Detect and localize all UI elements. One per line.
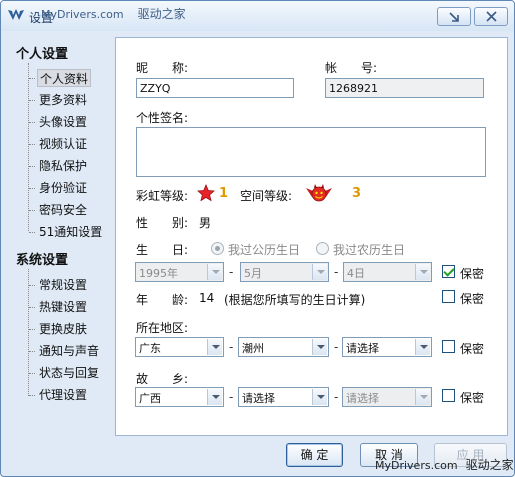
chevron-down-icon xyxy=(207,389,222,405)
birth-day-value: 4日 xyxy=(347,267,365,280)
chevron-down-icon xyxy=(415,264,430,280)
hometown-province-value: 广西 xyxy=(139,392,161,405)
region-separator: - xyxy=(229,340,234,354)
sidebar-item-privacy[interactable]: 隐私保护 xyxy=(37,157,89,175)
group-system-title: 系统设置 xyxy=(16,253,69,268)
birth-month-select: 5月 xyxy=(240,262,329,282)
signature-label: 个性签名: xyxy=(136,111,189,125)
birthday-label: 生 日: xyxy=(136,243,189,257)
solar-birthday-label: 我过公历生日 xyxy=(228,243,301,257)
age-value: 14 xyxy=(199,291,215,305)
hometown-city-select[interactable]: 请选择 xyxy=(238,387,329,407)
rainbow-level-label: 彩虹等级: xyxy=(136,189,189,203)
hometown-district-value: 请选择 xyxy=(346,392,379,405)
lunar-birthday-label: 我过农历生日 xyxy=(333,243,406,257)
region-private-label: 保密 xyxy=(460,342,485,356)
watermark-latin: MyDrivers.com xyxy=(375,459,458,472)
chevron-down-icon xyxy=(312,389,327,405)
hometown-separator: - xyxy=(229,390,234,404)
account-field xyxy=(325,78,484,98)
region-city-value: 潮州 xyxy=(242,342,264,355)
chevron-down-icon xyxy=(312,339,327,355)
nickname-input[interactable] xyxy=(136,78,294,98)
lunar-birthday-radio[interactable] xyxy=(316,242,329,255)
ok-button[interactable]: 确 定 xyxy=(286,443,343,467)
chevron-down-icon xyxy=(207,264,222,280)
sidebar-item-notify-sound[interactable]: 通知与声音 xyxy=(37,342,101,360)
hometown-district-select: 请选择 xyxy=(342,387,432,407)
space-level-label: 空间等级: xyxy=(240,189,293,203)
hometown-separator: - xyxy=(334,390,339,404)
watermark-cn: 驱动之家 xyxy=(137,7,186,21)
watermark-latin: MyDrivers.com xyxy=(41,8,124,21)
region-district-value: 请选择 xyxy=(346,342,379,355)
region-private-checkbox[interactable] xyxy=(442,340,455,353)
sidebar-item-skin[interactable]: 更换皮肤 xyxy=(37,320,89,338)
region-separator: - xyxy=(334,340,339,354)
group-personal-title: 个人设置 xyxy=(16,47,69,62)
sidebar-item-video-auth[interactable]: 视频认证 xyxy=(37,135,89,153)
date-separator: - xyxy=(334,265,339,279)
sidebar-item-status-reply[interactable]: 状态与回复 xyxy=(37,364,101,382)
account-label: 帐 号: xyxy=(325,61,378,75)
space-level-devil-icon xyxy=(306,184,332,202)
signature-textarea[interactable] xyxy=(136,127,486,177)
chevron-down-icon xyxy=(312,264,327,280)
solar-birthday-radio[interactable] xyxy=(211,242,224,255)
hometown-city-value: 请选择 xyxy=(242,392,275,405)
sidebar-item-general[interactable]: 常规设置 xyxy=(37,276,89,294)
minimize-icon xyxy=(449,12,459,22)
hometown-private-label: 保密 xyxy=(460,391,485,405)
chevron-down-icon xyxy=(415,389,430,405)
birth-month-value: 5月 xyxy=(244,267,262,280)
sidebar-item-identity[interactable]: 身份验证 xyxy=(37,179,89,197)
sidebar-item-51-notify[interactable]: 51通知设置 xyxy=(37,223,104,241)
sidebar-item-hotkeys[interactable]: 热键设置 xyxy=(37,298,89,316)
tree-line xyxy=(28,269,29,396)
age-private-label: 保密 xyxy=(460,292,485,306)
sidebar-item-proxy[interactable]: 代理设置 xyxy=(37,386,89,404)
region-district-select[interactable]: 请选择 xyxy=(342,337,432,357)
region-label: 所在地区: xyxy=(136,321,189,335)
hometown-private-checkbox[interactable] xyxy=(442,389,455,402)
watermark-cn: 驱动之家 xyxy=(465,458,514,472)
hometown-province-select[interactable]: 广西 xyxy=(135,387,224,407)
top-watermark: MyDrivers.com 驱动之家 xyxy=(41,5,186,22)
age-label: 年 龄: xyxy=(136,293,189,307)
minimize-button[interactable] xyxy=(437,7,471,26)
birthday-private-checkbox[interactable] xyxy=(442,265,455,278)
tree-line xyxy=(28,63,29,231)
birthday-private-label: 保密 xyxy=(460,267,485,281)
hometown-label: 故 乡: xyxy=(136,372,189,386)
settings-window: 设置 MyDrivers.com 驱动之家 个人设置 个人资料 更多资料 头像设置… xyxy=(0,0,515,477)
birth-year-value: 1995年 xyxy=(139,267,178,280)
settings-sidebar: 个人设置 个人资料 更多资料 头像设置 视频认证 隐私保护 身份验证 密码安全 … xyxy=(7,37,114,436)
sidebar-item-password[interactable]: 密码安全 xyxy=(37,201,89,219)
region-city-select[interactable]: 潮州 xyxy=(238,337,329,357)
personal-info-panel: 昵 称: 帐 号: 个性签名: 彩虹等级: 1 空间等级: 3 性 别: 男 生… xyxy=(115,37,508,436)
space-level-value: 3 xyxy=(352,186,362,201)
region-province-select[interactable]: 广东 xyxy=(135,337,224,357)
age-private-checkbox[interactable] xyxy=(442,290,455,303)
birth-day-select: 4日 xyxy=(343,262,432,282)
close-button[interactable] xyxy=(474,7,508,26)
date-separator: - xyxy=(229,265,234,279)
chevron-down-icon xyxy=(207,339,222,355)
rainbow-star-icon xyxy=(197,184,215,202)
bottom-watermark: MyDrivers.com 驱动之家 xyxy=(375,456,514,473)
sidebar-item-avatar[interactable]: 头像设置 xyxy=(37,113,89,131)
close-icon xyxy=(486,11,497,22)
region-province-value: 广东 xyxy=(139,342,161,355)
sidebar-item-personal-info[interactable]: 个人资料 xyxy=(37,69,92,87)
title-bar: 设置 MyDrivers.com 驱动之家 xyxy=(1,1,514,31)
birth-year-select: 1995年 xyxy=(135,262,224,282)
chevron-down-icon xyxy=(415,339,430,355)
app-logo-icon xyxy=(8,9,24,20)
rainbow-level-value: 1 xyxy=(219,186,229,201)
sidebar-item-more-info[interactable]: 更多资料 xyxy=(37,91,89,109)
gender-value: 男 xyxy=(199,216,212,230)
gender-label: 性 别: xyxy=(136,216,189,230)
nickname-label: 昵 称: xyxy=(136,61,189,75)
age-note: (根据您所填写的生日计算) xyxy=(224,293,366,307)
